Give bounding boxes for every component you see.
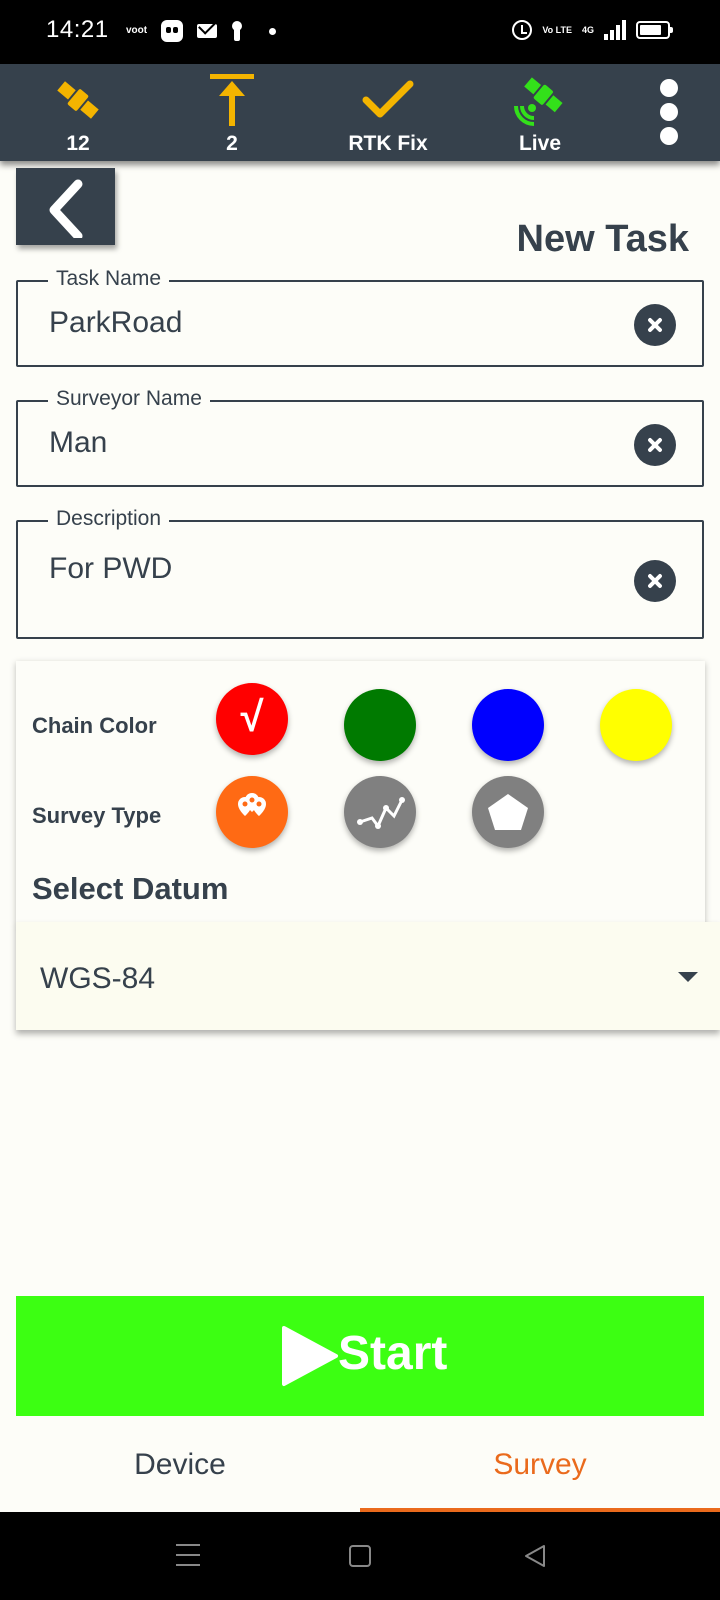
points-icon xyxy=(238,793,266,816)
tab-survey[interactable]: Survey xyxy=(360,1416,720,1512)
chain-color-blue[interactable] xyxy=(472,689,544,761)
survey-type-line[interactable] xyxy=(344,776,416,848)
datum-selected-value: WGS-84 xyxy=(40,962,156,995)
chain-color-label: Chain Color xyxy=(32,713,157,738)
survey-type-polygon[interactable] xyxy=(472,776,544,848)
clear-task-name-icon[interactable] xyxy=(634,304,676,346)
survey-type-points[interactable] xyxy=(216,776,288,848)
volte-icon: Vo LTE xyxy=(542,24,572,35)
system-nav-bar xyxy=(0,1512,720,1600)
back-button[interactable] xyxy=(16,168,115,245)
play-icon xyxy=(282,1326,338,1386)
recent-apps-icon[interactable] xyxy=(176,1544,200,1574)
chain-color-yellow[interactable] xyxy=(600,689,672,761)
status-right-icons: Vo LTE 4G xyxy=(512,20,673,40)
surveyor-name-field[interactable]: Surveyor Name Man xyxy=(16,387,704,487)
fix-status-item[interactable]: RTK Fix xyxy=(328,64,448,161)
gnss-status-bar: 12 2 RTK Fix Live xyxy=(0,64,720,161)
line-icon xyxy=(357,797,405,829)
description-field[interactable]: Description For PWD xyxy=(16,507,704,639)
bottom-tabs: Device Survey xyxy=(0,1416,720,1512)
antenna-height: 2 xyxy=(226,132,238,155)
key-icon xyxy=(231,21,243,41)
more-vertical-icon[interactable] xyxy=(654,79,684,149)
status-bar: 14:21 voot Vo LTE 4G xyxy=(0,0,720,64)
app-icon xyxy=(161,20,184,42)
start-button[interactable]: Start xyxy=(16,1296,704,1416)
polygon-icon xyxy=(488,794,528,830)
clear-description-icon[interactable] xyxy=(634,560,676,602)
selected-check-icon: √ xyxy=(240,693,264,740)
status-time: 14:21 xyxy=(46,16,109,43)
voot-icon: voot xyxy=(126,25,148,36)
status-left-icons: voot xyxy=(126,20,277,42)
chevron-left-icon xyxy=(49,179,83,238)
network-4g-label: 4G xyxy=(581,25,594,35)
tab-device[interactable]: Device xyxy=(0,1416,360,1512)
chain-color-red[interactable]: √ xyxy=(216,683,288,755)
satellite-count-item[interactable]: 12 xyxy=(18,64,138,161)
surveyor-name-input[interactable]: Man xyxy=(49,426,107,460)
live-status: Live xyxy=(518,132,562,155)
survey-type-label: Survey Type xyxy=(32,803,162,828)
live-status-item[interactable]: Live xyxy=(480,64,600,161)
chain-color-green[interactable] xyxy=(344,689,416,761)
task-name-label: Task Name xyxy=(48,267,170,291)
description-label: Description xyxy=(48,507,170,531)
task-name-field[interactable]: Task Name ParkRoad xyxy=(16,267,704,367)
mail-icon xyxy=(197,24,218,38)
select-datum-label: Select Datum xyxy=(32,871,229,906)
dot-icon xyxy=(269,27,277,35)
antenna-height-item[interactable]: 2 xyxy=(172,64,292,161)
task-name-input[interactable]: ParkRoad xyxy=(49,306,182,340)
surveyor-name-label: Surveyor Name xyxy=(48,387,210,411)
check-icon xyxy=(362,80,414,118)
satellite-icon xyxy=(57,81,99,119)
home-icon[interactable] xyxy=(349,1545,371,1567)
datum-dropdown[interactable]: WGS-84 xyxy=(16,922,720,1030)
clear-surveyor-name-icon[interactable] xyxy=(634,424,676,466)
page-title: New Task xyxy=(516,218,689,260)
description-input[interactable]: For PWD xyxy=(49,552,172,586)
start-label: Start xyxy=(338,1327,448,1380)
satellite-count: 12 xyxy=(66,132,90,155)
live-satellite-icon xyxy=(514,77,563,126)
dropdown-arrow-icon xyxy=(678,972,698,982)
signal-4g-icon xyxy=(604,20,626,40)
antenna-height-icon xyxy=(210,74,254,126)
task-options-card: Chain Color √ Survey Type Select Datum xyxy=(16,661,705,925)
alarm-icon xyxy=(512,20,533,40)
back-nav-icon[interactable] xyxy=(522,1543,548,1569)
fix-status: RTK Fix xyxy=(348,132,428,155)
battery-icon xyxy=(636,21,673,39)
